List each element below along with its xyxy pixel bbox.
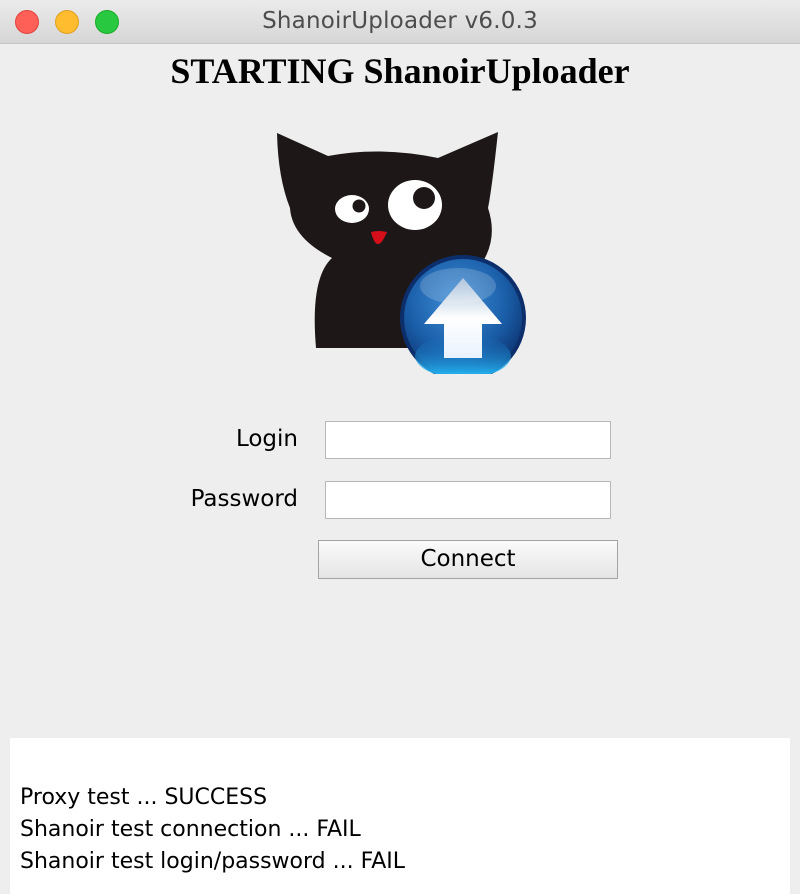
log-line: Shanoir test login/password ... FAIL [20,849,406,874]
log-line: Proxy test ... SUCCESS [20,785,268,810]
window-title: ShanoirUploader v6.0.3 [262,8,538,34]
password-label: Password [190,486,298,512]
page-title: STARTING ShanoirUploader [170,51,630,91]
connect-button[interactable]: Connect [318,540,618,579]
log-line: Shanoir test connection ... FAIL [20,817,361,842]
login-label: Login [235,426,298,452]
title-bar[interactable]: ShanoirUploader v6.0.3 [0,0,800,44]
cat-upload-logo-icon [277,132,526,374]
log-panel[interactable]: Proxy test ... SUCCESS Shanoir test conn… [10,738,790,894]
app-window: ShanoirUploader v6.0.3 STARTING ShanoirU… [0,0,800,894]
login-input[interactable] [325,421,611,459]
password-input[interactable] [325,481,611,519]
